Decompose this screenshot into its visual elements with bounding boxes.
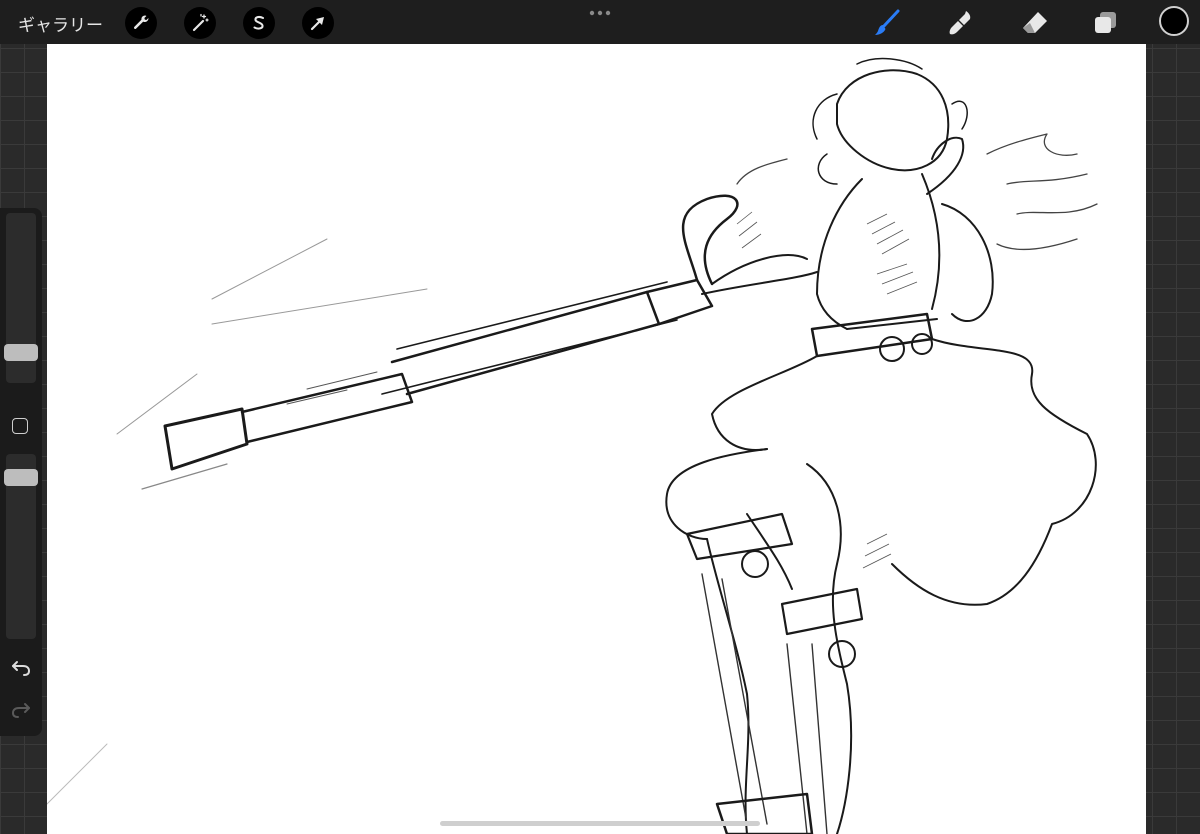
gallery-button[interactable]: ギャラリー (18, 11, 103, 36)
color-picker-swatch[interactable] (1159, 6, 1189, 36)
undo-icon[interactable] (10, 656, 32, 678)
wrench-icon (133, 15, 149, 30)
home-indicator[interactable] (440, 821, 760, 826)
opacity-thumb[interactable] (4, 469, 38, 486)
top-toolbar: ギャラリー (0, 0, 1200, 44)
drawing-canvas[interactable] (47, 44, 1146, 834)
actions-wrench-button[interactable] (125, 7, 157, 39)
selection-button[interactable] (243, 7, 275, 39)
smudge-icon[interactable] (946, 8, 976, 38)
brush-size-thumb[interactable] (4, 344, 38, 361)
eraser-icon[interactable] (1020, 8, 1050, 38)
layers-icon[interactable] (1091, 8, 1121, 38)
more-dots-icon[interactable] (588, 6, 612, 20)
left-sidebar (0, 208, 42, 736)
redo-icon[interactable] (10, 698, 32, 720)
transform-button[interactable] (302, 7, 334, 39)
adjustments-button[interactable] (184, 7, 216, 39)
brush-icon[interactable] (872, 8, 902, 38)
modifier-square-icon[interactable] (12, 418, 28, 434)
sketch-artwork (47, 57, 1098, 834)
transform-arrow-icon (310, 17, 324, 31)
magic-wand-icon (192, 13, 209, 32)
selection-s-icon (253, 15, 264, 30)
